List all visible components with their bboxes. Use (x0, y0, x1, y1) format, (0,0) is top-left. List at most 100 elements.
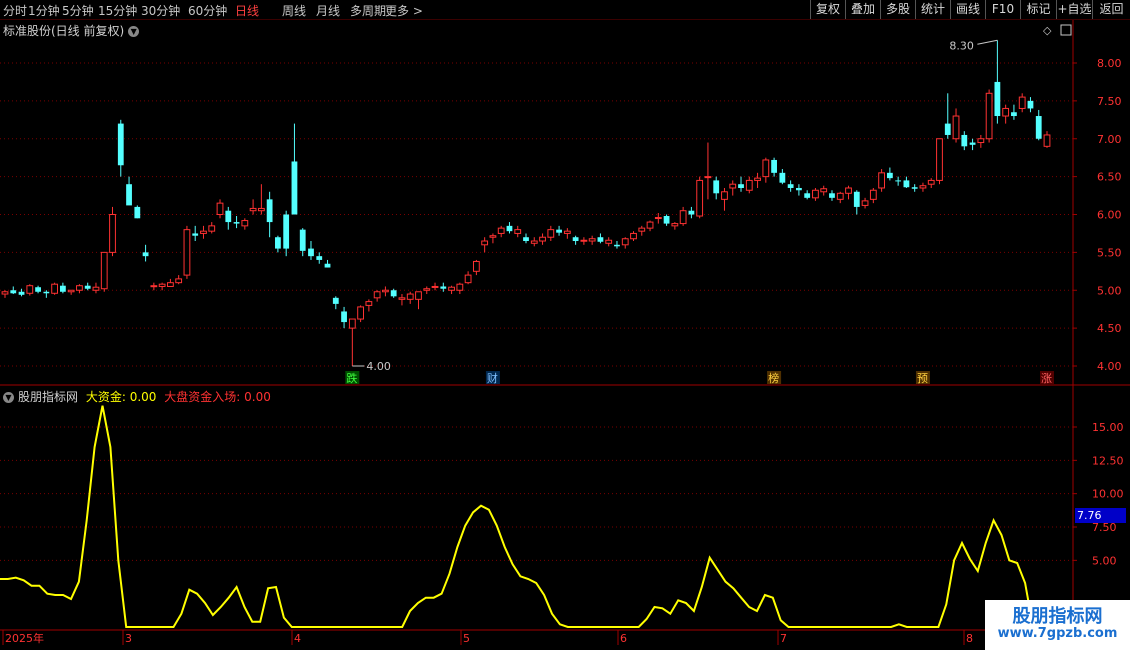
low-annotation: 4.00 (366, 360, 391, 373)
candle-body (150, 285, 158, 288)
candle-body (26, 285, 34, 294)
line2-value: 0.00 (244, 390, 271, 404)
candle-body (721, 191, 728, 200)
candle-body (316, 256, 323, 260)
candle-body (614, 244, 620, 247)
candle-body (324, 263, 331, 268)
price-tick-label: 5.00 (1097, 284, 1122, 297)
candle-body (158, 283, 166, 287)
candle-body (812, 189, 819, 199)
candle-body (233, 222, 240, 224)
date-label: 8 (966, 632, 973, 645)
candle-body (688, 210, 695, 215)
candle-body (994, 81, 1001, 117)
candle-body (497, 227, 505, 234)
candle-body (308, 248, 314, 257)
candle-body (771, 159, 777, 173)
candle-body (911, 187, 918, 189)
candle-body (134, 206, 141, 219)
candle-body (423, 288, 431, 291)
candle-body (580, 239, 588, 242)
event-marker-1: 财 (487, 371, 498, 385)
candle-body (10, 290, 17, 294)
event-marker-2: 榜 (768, 371, 779, 385)
candle-body (142, 252, 149, 257)
indicator-name: 股朋指标网 (18, 390, 79, 404)
indicator-title: ▼ 股朋指标网 大资金: 0.00 大盘资金入场: 0.00 (3, 388, 271, 405)
candle-body (646, 221, 654, 229)
candle-body (820, 188, 828, 193)
event-marker-3: 预 (917, 372, 928, 385)
date-label: 7 (780, 632, 787, 645)
price-tick-label: 7.00 (1097, 133, 1122, 146)
candle-body (754, 177, 761, 181)
candle-body (92, 286, 100, 291)
candle-body (853, 191, 860, 207)
candle-body (1002, 107, 1010, 117)
candle-body (829, 193, 835, 198)
candle-body (836, 192, 844, 200)
candle-body (406, 293, 414, 300)
candle-body (208, 225, 216, 232)
candle-body (878, 172, 885, 189)
date-label: 2025年 (5, 631, 44, 645)
candle-body (448, 286, 455, 291)
candle-body (621, 238, 629, 246)
candle-body (530, 240, 538, 244)
event-marker-4: 涨 (1041, 372, 1052, 385)
candle-body (76, 285, 83, 291)
candle-body (679, 210, 687, 225)
candle-body (671, 223, 679, 227)
candle-body (357, 306, 364, 320)
candle-body (556, 229, 562, 233)
watermark-url: www.7gpzb.com (997, 626, 1118, 641)
price-tick-label: 5.50 (1097, 246, 1122, 259)
price-tick-label: 7.50 (1097, 95, 1122, 108)
indicator-line (0, 405, 1034, 628)
diamond-icon: ◇ (1043, 24, 1052, 37)
candle-body (654, 217, 662, 220)
candle-body (952, 115, 960, 140)
line2-label: 大盘资金入场: (164, 390, 241, 404)
candle-body (35, 287, 41, 292)
price-tick-label: 8.00 (1097, 57, 1122, 70)
candle-body (431, 285, 439, 288)
candle-body (787, 184, 794, 188)
candle-body (109, 214, 116, 253)
candle-body (51, 283, 59, 294)
date-label: 6 (620, 632, 627, 645)
candle-body (779, 172, 786, 183)
candle-body (440, 286, 447, 289)
candle-body (283, 214, 290, 249)
candle-body (100, 251, 108, 290)
date-label: 3 (125, 632, 132, 645)
candle-body (241, 220, 249, 227)
candle-body (977, 138, 985, 144)
indicator-tick-label: 10.00 (1092, 488, 1124, 501)
candle-body (1, 291, 9, 295)
candle-body (373, 291, 381, 299)
chart-canvas[interactable]: 8.00 7.50 7.00 6.50 6.00 5.50 5.00 4.50 4.00 15.0… (0, 0, 1130, 650)
candle-body (869, 189, 877, 200)
candle-body (514, 229, 522, 234)
candle-body (597, 237, 604, 242)
candle-body (472, 260, 480, 272)
watermark-title: 股朋指标网 (1012, 606, 1103, 627)
candle-body (927, 179, 935, 185)
candle-body (225, 210, 232, 223)
candle-body (1035, 116, 1042, 139)
candle-body (341, 311, 347, 323)
candle-body (299, 229, 306, 251)
candle-body (713, 180, 720, 194)
candle-body (605, 239, 613, 244)
candle-body (67, 289, 75, 293)
candle-body (1027, 100, 1034, 109)
candle-body (266, 199, 273, 223)
candle-body (845, 187, 852, 194)
candle-body (762, 159, 770, 178)
candle-body (1043, 134, 1051, 147)
indicator-menu-icon[interactable]: ▼ (3, 392, 14, 403)
candle-body (348, 318, 356, 329)
candle-body (365, 301, 373, 306)
panel-layout-icon (1060, 24, 1072, 36)
